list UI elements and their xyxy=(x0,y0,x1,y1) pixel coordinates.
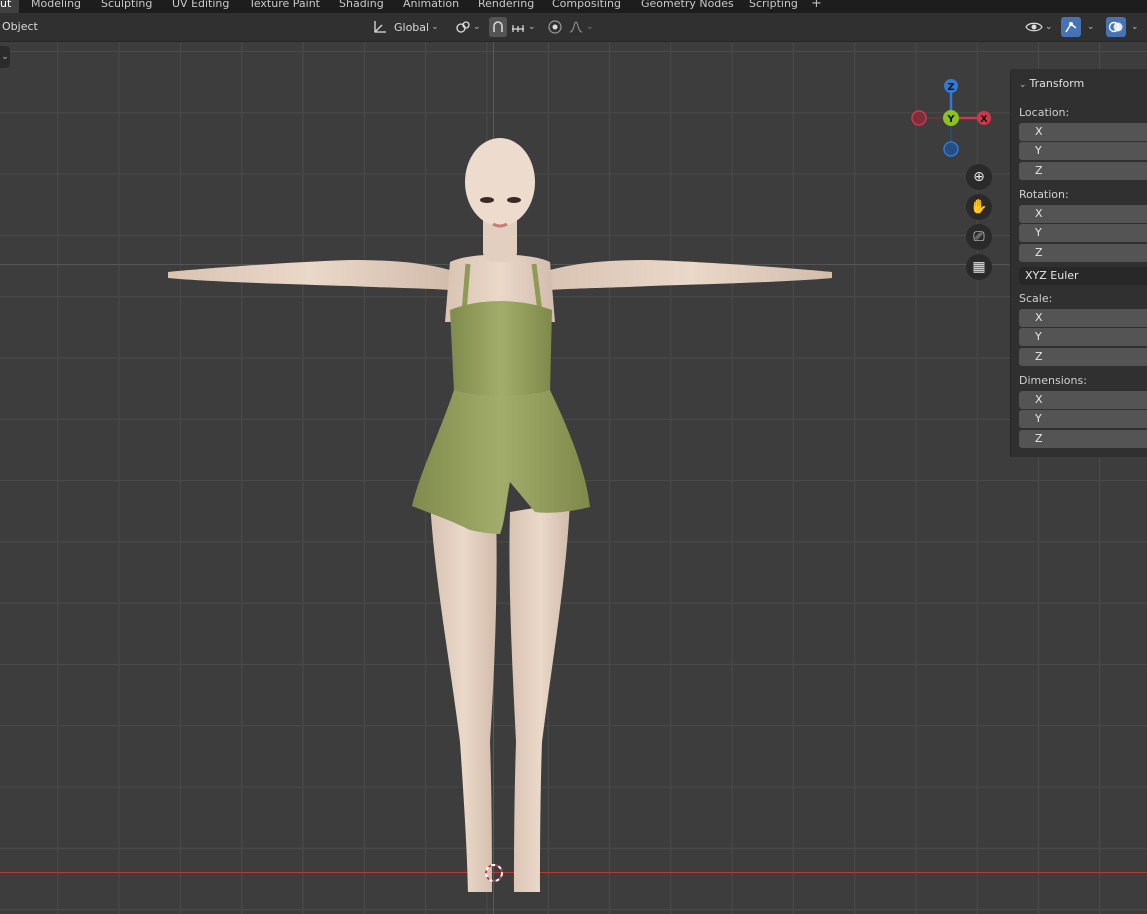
dimensions-label: Dimensions: xyxy=(1019,374,1087,387)
gizmo-neg-z-handle[interactable] xyxy=(943,141,959,157)
rotation-z-field[interactable]: Z xyxy=(1019,244,1147,262)
scale-y-field[interactable]: Y xyxy=(1019,328,1147,346)
dimensions-z-field[interactable]: Z xyxy=(1019,430,1147,448)
zoom-button[interactable]: ⊕ xyxy=(966,164,992,190)
scale-x-field[interactable]: X xyxy=(1019,309,1147,327)
overlays-dropdown[interactable]: ⌄ xyxy=(1129,17,1141,37)
field-axis-label: Y xyxy=(1035,226,1042,239)
field-axis-label: X xyxy=(1035,125,1043,138)
character-model[interactable] xyxy=(150,102,850,892)
field-axis-label: Y xyxy=(1035,330,1042,343)
tab-shading[interactable]: Shading xyxy=(339,0,384,13)
location-y-field[interactable]: Y xyxy=(1019,142,1147,160)
rotation-label: Rotation: xyxy=(1019,188,1069,201)
sidebar-transform-panel: ⌄ Transform Location: X Y Z Rotation: X Y… xyxy=(1010,69,1147,457)
viewport-header: Object Global ⌄ ⌄ ⌄ ⌄ ⌄ ⌄ ⌄ xyxy=(0,13,1147,42)
grid-icon: ▦ xyxy=(972,259,986,275)
proportional-falloff-dropdown[interactable]: ⌄ xyxy=(568,17,596,37)
dimensions-x-field[interactable]: X xyxy=(1019,391,1147,409)
transform-panel-header[interactable]: ⌄ Transform xyxy=(1019,77,1084,90)
tab-scripting[interactable]: Scripting xyxy=(749,0,798,13)
chevron-down-icon: ⌄ xyxy=(431,22,439,32)
chevron-down-icon: ⌄ xyxy=(1131,22,1139,32)
rotation-x-field[interactable]: X xyxy=(1019,205,1147,223)
field-axis-label: X xyxy=(1035,393,1043,406)
field-axis-label: Y xyxy=(1035,144,1042,157)
transform-orientation-icon xyxy=(372,19,388,35)
tab-compositing[interactable]: Compositing xyxy=(552,0,621,13)
tab-animation[interactable]: Animation xyxy=(403,0,459,13)
pan-button[interactable]: ✋ xyxy=(966,194,992,220)
chevron-down-icon: ⌄ xyxy=(1087,22,1095,32)
location-label: Location: xyxy=(1019,106,1070,119)
tab-texture-paint[interactable]: Texture Paint xyxy=(249,0,320,13)
gizmo-neg-x-handle[interactable] xyxy=(911,110,927,126)
chevron-down-icon: ⌄ xyxy=(473,22,481,32)
transform-orientation-dropdown[interactable]: Global ⌄ xyxy=(372,17,448,37)
camera-icon: ⎚ xyxy=(973,229,985,245)
tab-layout[interactable]: ut xyxy=(0,0,20,13)
3d-viewport[interactable]: ⌄ Z X Y ⊕ ✋ ⎚ ▦ ⌄ Transform Location: X … xyxy=(0,42,1147,914)
transform-title: Transform xyxy=(1029,77,1085,90)
workspace-tab-bar: ut Modeling Sculpting UV Editing Texture… xyxy=(0,0,1147,13)
gizmo-dropdown[interactable]: ⌄ xyxy=(1085,17,1097,37)
zoom-icon: ⊕ xyxy=(973,169,985,185)
pivot-point-dropdown[interactable]: ⌄ xyxy=(455,17,483,37)
field-axis-label: Z xyxy=(1035,432,1043,445)
overlays-toggle[interactable] xyxy=(1106,17,1126,37)
overlays-icon xyxy=(1108,19,1124,35)
object-mode-menu[interactable]: Object xyxy=(2,20,38,33)
chevron-down-icon: ⌄ xyxy=(528,22,536,32)
proportional-edit-icon xyxy=(546,18,564,36)
add-workspace-button[interactable]: + xyxy=(811,0,822,11)
tab-modeling[interactable]: Modeling xyxy=(31,0,81,13)
tab-sculpting[interactable]: Sculpting xyxy=(101,0,152,13)
location-x-field[interactable]: X xyxy=(1019,123,1147,141)
chevron-down-icon: ⌄ xyxy=(1019,80,1027,90)
gizmo-y-label: Y xyxy=(946,114,955,125)
rotation-mode-dropdown[interactable]: XYZ Euler xyxy=(1019,267,1147,285)
snap-target-dropdown[interactable]: ⌄ xyxy=(510,17,540,37)
transform-orientation-label: Global xyxy=(394,20,430,34)
snap-icon xyxy=(489,18,507,36)
dimensions-y-field[interactable]: Y xyxy=(1019,410,1147,428)
field-axis-label: Y xyxy=(1035,412,1042,425)
gizmo-z-label: Z xyxy=(947,82,954,93)
gizmo-toggle[interactable] xyxy=(1061,17,1081,37)
location-z-field[interactable]: Z xyxy=(1019,162,1147,180)
tab-geometry-nodes[interactable]: Geometry Nodes xyxy=(641,0,734,13)
falloff-curve-icon xyxy=(568,19,584,35)
field-axis-label: Z xyxy=(1035,246,1043,259)
field-axis-label: Z xyxy=(1035,164,1043,177)
camera-view-button[interactable]: ⎚ xyxy=(966,224,992,250)
scale-label: Scale: xyxy=(1019,292,1053,305)
field-axis-label: X xyxy=(1035,311,1043,324)
snap-toggle[interactable] xyxy=(489,17,507,37)
chevron-down-icon: ⌄ xyxy=(586,22,594,32)
rotation-mode-label: XYZ Euler xyxy=(1025,269,1079,282)
tab-rendering[interactable]: Rendering xyxy=(478,0,534,13)
ortho-toggle-button[interactable]: ▦ xyxy=(966,254,992,280)
scale-z-field[interactable]: Z xyxy=(1019,348,1147,366)
toolbar-collapse-toggle[interactable]: ⌄ xyxy=(0,46,10,68)
field-axis-label: X xyxy=(1035,207,1043,220)
hand-icon: ✋ xyxy=(970,199,988,215)
proportional-edit-toggle[interactable] xyxy=(546,17,566,37)
gizmo-x-label: X xyxy=(980,114,988,125)
rotation-y-field[interactable]: Y xyxy=(1019,224,1147,242)
navigation-gizmo[interactable]: Z X Y xyxy=(905,77,1000,159)
tab-uv-editing[interactable]: UV Editing xyxy=(172,0,229,13)
link-icon xyxy=(455,19,471,35)
3d-cursor-icon xyxy=(485,864,503,882)
eye-icon xyxy=(1025,19,1043,35)
snap-increment-icon xyxy=(510,19,526,35)
gizmo-icon xyxy=(1063,19,1079,35)
chevron-down-icon: ⌄ xyxy=(1045,22,1053,32)
visibility-dropdown[interactable]: ⌄ xyxy=(1025,17,1055,37)
field-axis-label: Z xyxy=(1035,350,1043,363)
